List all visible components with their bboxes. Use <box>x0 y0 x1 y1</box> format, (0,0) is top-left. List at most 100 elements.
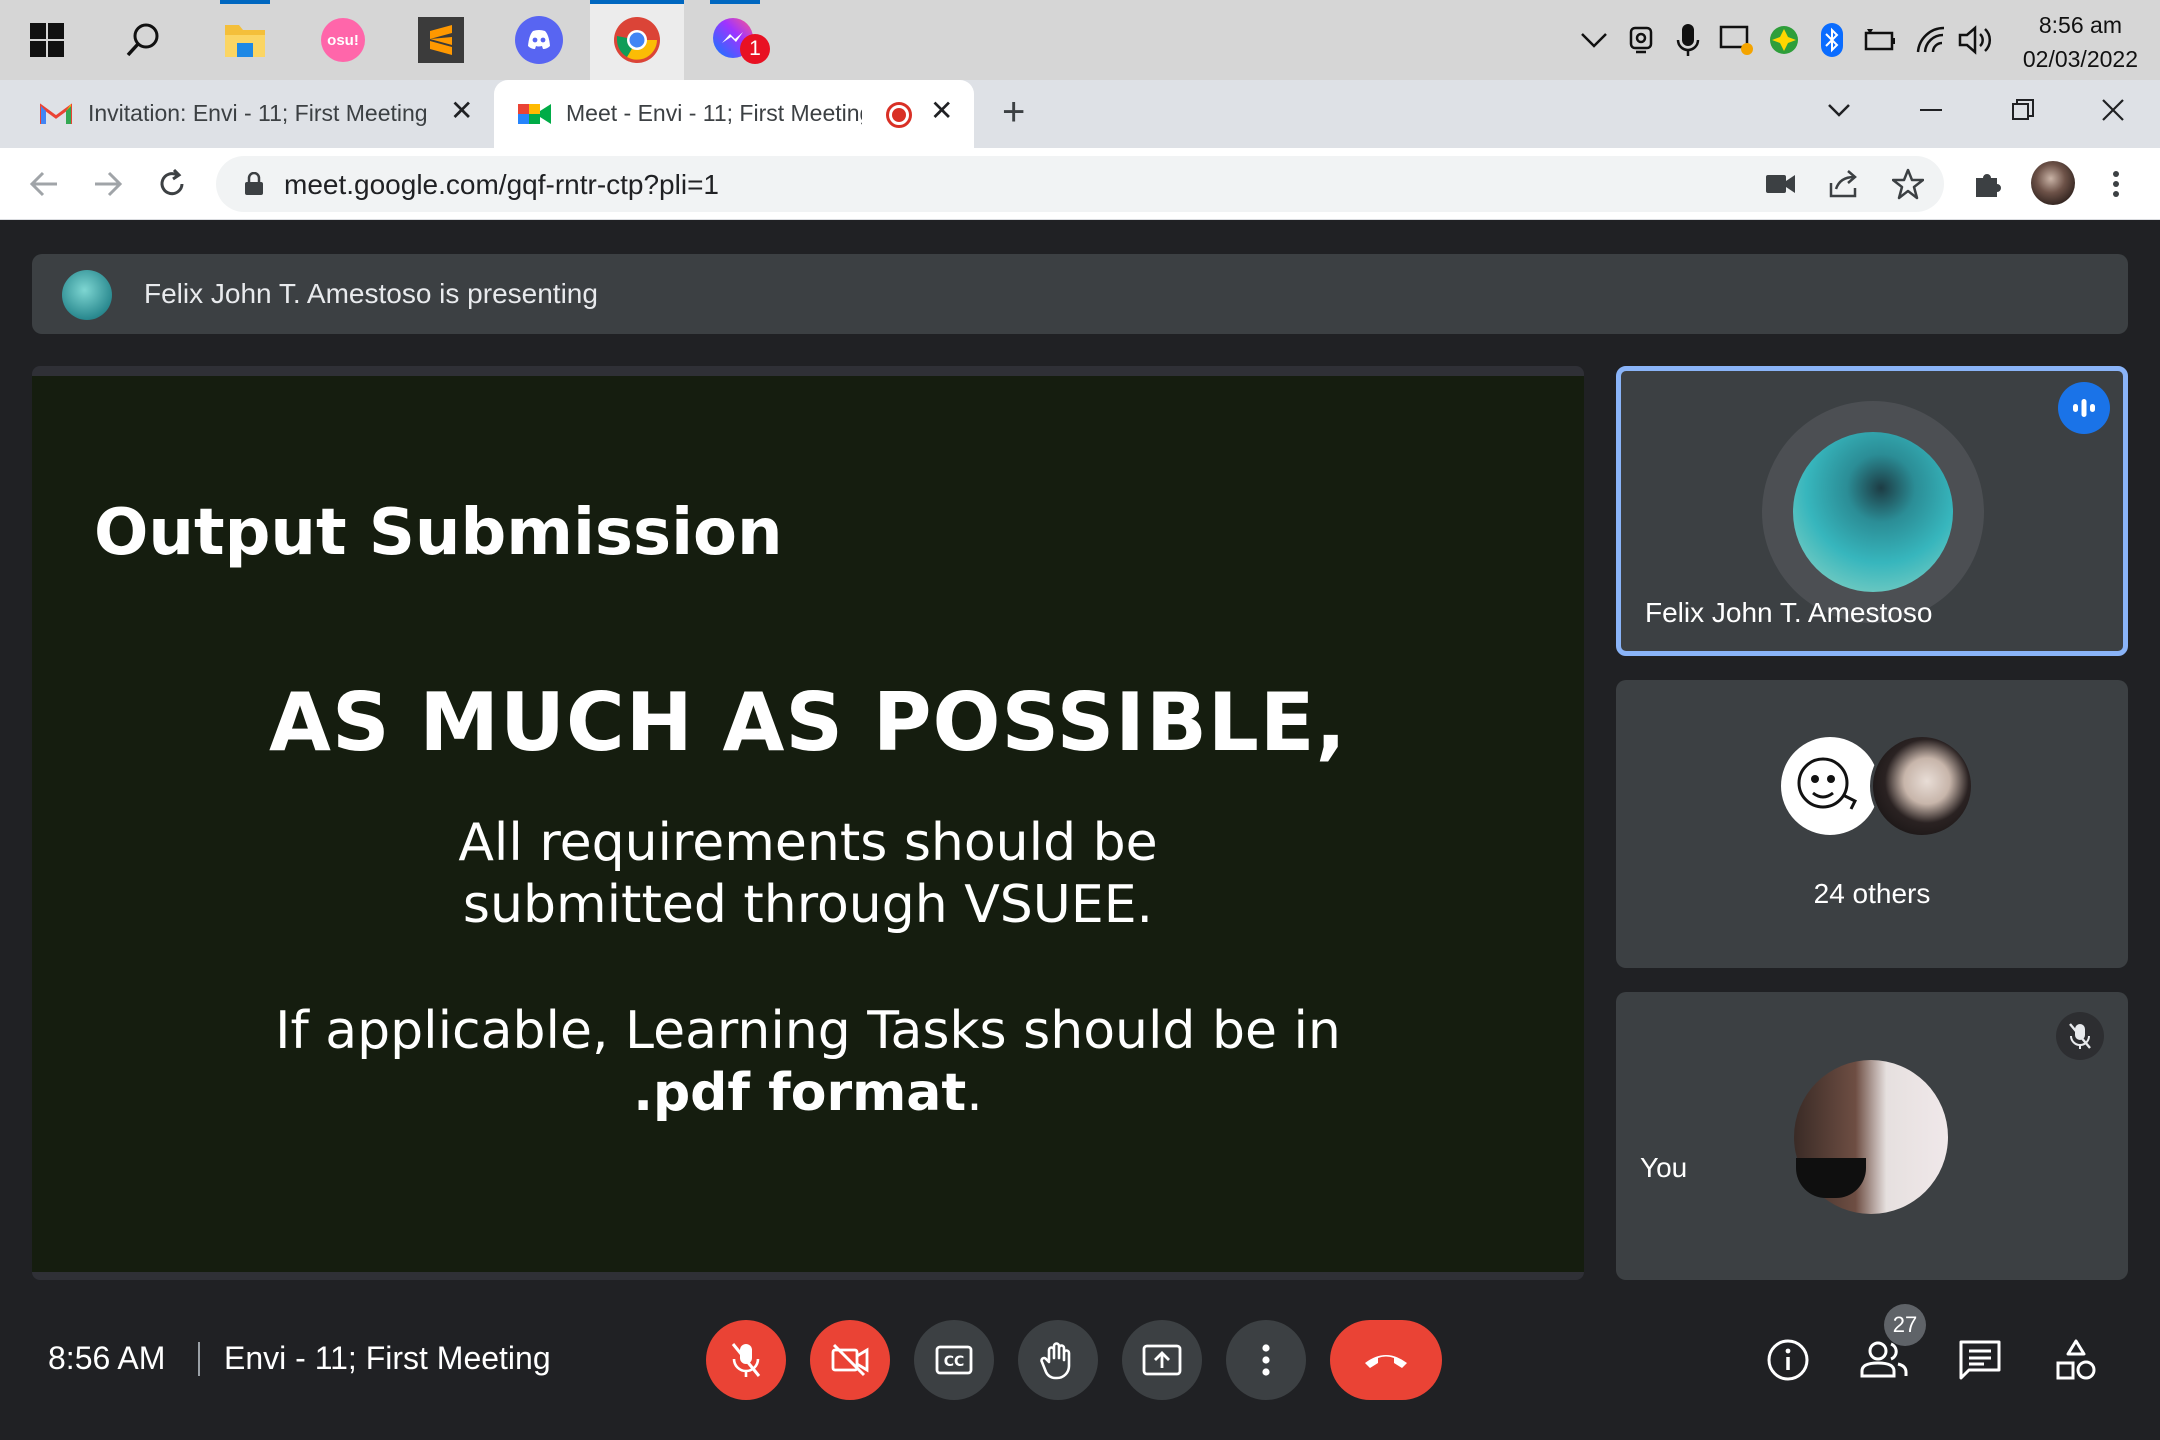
slide-line-2: submitted through VSUEE. <box>462 875 1154 935</box>
url-text[interactable]: meet.google.com/gqf-rntr-ctp?pli=1 <box>284 169 719 201</box>
presenter-tile[interactable]: Felix John T. Amestoso <box>1616 366 2128 656</box>
presenter-avatar <box>62 270 112 320</box>
taskbar-messenger[interactable]: 1 <box>688 0 782 80</box>
tab-close-icon[interactable]: ✕ <box>930 94 953 127</box>
minimize-button[interactable] <box>1886 80 1976 140</box>
participant-avatar <box>1778 734 1882 838</box>
browser-menu-button[interactable] <box>2096 164 2136 204</box>
presenter-tile-avatar <box>1793 432 1953 592</box>
camera-off-icon <box>831 1343 869 1377</box>
camera-in-use-icon[interactable] <box>1766 173 1796 195</box>
folder-icon <box>225 25 265 57</box>
osu-icon: osu! <box>321 18 365 62</box>
bookmark-star-icon[interactable] <box>1892 168 1924 200</box>
presenting-banner: Felix John T. Amestoso is presenting <box>32 254 2128 334</box>
camera-in-use-icon[interactable] <box>1624 22 1660 58</box>
activities-shapes-icon <box>2056 1339 2096 1380</box>
taskbar-discord[interactable] <box>492 0 586 80</box>
info-icon <box>1767 1339 1809 1381</box>
slide-line-4: .pdf format. <box>32 1062 1584 1124</box>
close-icon <box>2102 99 2124 121</box>
forward-button[interactable] <box>88 164 128 204</box>
divider <box>198 1342 200 1376</box>
microphone-in-use-icon[interactable] <box>1670 22 1706 58</box>
meet-icon <box>518 104 551 124</box>
gmail-icon <box>40 103 72 124</box>
close-window-button[interactable] <box>2068 80 2158 140</box>
back-button[interactable] <box>24 164 64 204</box>
bluetooth-icon[interactable] <box>1814 22 1850 58</box>
slide-headline: AS MUCH AS POSSIBLE, <box>269 676 1347 769</box>
avatar <box>2031 161 2075 205</box>
tray-overflow-chevron-icon[interactable] <box>1576 22 1612 58</box>
taskbar-search-button[interactable] <box>96 0 190 80</box>
hand-icon <box>1040 1342 1071 1380</box>
meeting-details-button[interactable] <box>1762 1334 1814 1386</box>
chat-icon <box>1959 1340 2001 1380</box>
raise-hand-button[interactable] <box>1018 1320 1098 1400</box>
meeting-title: Envi - 11; First Meeting <box>224 1340 551 1376</box>
slide-format-text: .pdf format <box>633 1063 967 1123</box>
participant-avatar <box>1870 734 1974 838</box>
taskbar-clock[interactable]: 8:56 am 02/03/2022 <box>2023 8 2138 76</box>
clock-date: 02/03/2022 <box>2022 46 2138 72</box>
more-options-button[interactable] <box>1226 1320 1306 1400</box>
speaking-indicator-icon <box>2058 382 2110 434</box>
presenting-text: Felix John T. Amestoso is presenting <box>144 278 598 309</box>
more-vertical-icon <box>2113 171 2119 197</box>
share-icon[interactable] <box>1828 169 1860 199</box>
present-screen-icon <box>1142 1344 1182 1376</box>
slide-line-3: If applicable, Learning Tasks should be … <box>275 1001 1341 1061</box>
search-icon <box>126 23 159 57</box>
lock-icon[interactable] <box>244 172 264 196</box>
tab-search-chevron-icon[interactable] <box>1794 80 1884 140</box>
tab-title: Invitation: Envi - 11; First Meeting <box>88 100 428 126</box>
screen-share-tray-icon[interactable] <box>1718 22 1754 58</box>
presentation-stage[interactable]: Output Submission AS MUCH AS POSSIBLE, A… <box>32 366 1584 1280</box>
presentation-slide: Output Submission AS MUCH AS POSSIBLE, A… <box>32 376 1584 1272</box>
volume-icon[interactable] <box>1958 22 1994 58</box>
present-now-button[interactable] <box>1122 1320 1202 1400</box>
taskbar-osu[interactable]: osu! <box>296 0 390 80</box>
app-tray-icon[interactable] <box>1766 22 1802 58</box>
others-label: 24 others <box>1813 878 1931 909</box>
mic-off-icon <box>731 1343 761 1377</box>
profile-avatar[interactable] <box>2030 160 2076 206</box>
back-arrow-icon <box>29 171 57 197</box>
address-bar[interactable]: meet.google.com/gqf-rntr-ctp?pli=1 <box>216 156 1944 212</box>
self-tile[interactable]: You <box>1616 992 2128 1280</box>
new-tab-button[interactable]: + <box>990 80 1040 148</box>
participant-count-badge: 27 <box>1884 1304 1926 1346</box>
tab-close-icon[interactable]: ✕ <box>450 94 473 127</box>
closed-captions-icon: CC <box>935 1345 973 1375</box>
taskbar-chrome[interactable] <box>590 0 684 80</box>
tab-title: Meet - Envi - 11; First Meeting <box>566 100 862 126</box>
start-button[interactable] <box>0 0 94 80</box>
tab-meet[interactable]: Meet - Envi - 11; First Meeting ✕ <box>494 80 974 148</box>
restore-button[interactable] <box>1978 80 2068 140</box>
taskbar-file-explorer[interactable] <box>198 0 292 80</box>
meeting-time: 8:56 AM <box>48 1340 166 1376</box>
restore-icon <box>2012 99 2034 120</box>
windows-taskbar: osu! 1 8:56 am 02/03/2022 <box>0 0 2160 80</box>
leave-call-button[interactable] <box>1330 1320 1442 1400</box>
end-call-icon <box>1365 1355 1407 1368</box>
tab-gmail-invitation[interactable]: Invitation: Envi - 11; First Meeting ✕ <box>0 80 490 148</box>
muted-mic-icon <box>2056 1012 2104 1060</box>
slide-line-1: All requirements should be <box>458 813 1158 873</box>
activities-button[interactable] <box>2050 1334 2102 1386</box>
browser-toolbar: meet.google.com/gqf-rntr-ctp?pli=1 <box>0 148 2160 220</box>
chrome-icon <box>614 17 660 63</box>
others-tile[interactable]: 24 others <box>1616 680 2128 968</box>
chat-button[interactable] <box>1954 1334 2006 1386</box>
toggle-microphone-button[interactable] <box>706 1320 786 1400</box>
wifi-icon[interactable] <box>1912 22 1948 58</box>
captions-button[interactable]: CC <box>914 1320 994 1400</box>
toggle-camera-button[interactable] <box>810 1320 890 1400</box>
battery-charging-icon[interactable] <box>1862 22 1898 58</box>
extensions-button[interactable] <box>1968 164 2008 204</box>
taskbar-sublime[interactable] <box>394 0 488 80</box>
presenter-tile-name: Felix John T. Amestoso <box>1645 597 1933 628</box>
reload-button[interactable] <box>152 164 192 204</box>
slide-title: Output Submission <box>94 496 783 570</box>
